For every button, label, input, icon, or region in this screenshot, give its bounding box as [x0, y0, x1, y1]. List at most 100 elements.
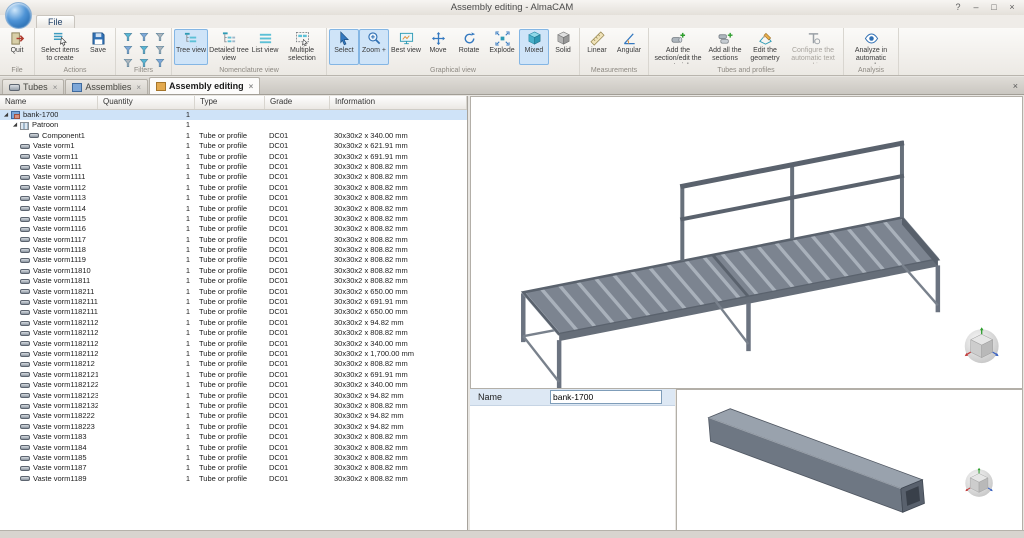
table-row[interactable]: Vaste vorm11821111Tube or profileDC0130x…	[0, 297, 467, 307]
filter-toggle[interactable]	[120, 44, 135, 56]
tab-strip-close-button[interactable]: ×	[1013, 81, 1018, 91]
expander-icon[interactable]: ◢	[11, 120, 19, 130]
table-row[interactable]: Component11Tube or profileDC0130x30x2 x …	[0, 131, 467, 141]
orientation-cube[interactable]	[965, 327, 999, 363]
edit-geometry-button[interactable]: Edit the geometry	[745, 29, 785, 65]
maximize-button[interactable]: □	[986, 1, 1002, 14]
rotate-button[interactable]: Rotate	[453, 29, 485, 65]
application-orb-button[interactable]	[5, 2, 32, 29]
table-row[interactable]: Vaste vorm118211111Tube or profileDC0130…	[0, 307, 467, 317]
table-row[interactable]: Vaste vorm11161Tube or profileDC0130x30x…	[0, 224, 467, 234]
row-type: Tube or profile	[195, 318, 265, 328]
table-row[interactable]: Vaste vorm118111Tube or profileDC0130x30…	[0, 276, 467, 286]
table-row[interactable]: Vaste vorm11821121Tube or profileDC0130x…	[0, 318, 467, 328]
table-row[interactable]: Vaste vorm11821321Tube or profileDC0130x…	[0, 401, 467, 411]
column-header[interactable]: Information	[330, 96, 467, 109]
filter-toggle[interactable]	[152, 44, 167, 56]
solid-button[interactable]: Solid	[549, 29, 577, 65]
table-row[interactable]: Vaste vorm1182221Tube or profileDC0130x3…	[0, 411, 467, 421]
select-items-to-create-button[interactable]: Select items to create	[37, 29, 83, 65]
table-row[interactable]: Vaste vorm11121Tube or profileDC0130x30x…	[0, 183, 467, 193]
quit-button[interactable]: Quit	[2, 29, 32, 65]
table-row[interactable]: Vaste vorm118211231Tube or profileDC0130…	[0, 339, 467, 349]
table-row[interactable]: Vaste vorm11131Tube or profileDC0130x30x…	[0, 193, 467, 203]
save-button[interactable]: Save	[83, 29, 113, 65]
table-row[interactable]: Vaste vorm11Tube or profileDC0130x30x2 x…	[0, 141, 467, 151]
orientation-cube[interactable]	[965, 468, 992, 497]
mixed-button[interactable]: Mixed	[519, 29, 549, 65]
linear-measure-button[interactable]: Linear	[582, 29, 612, 65]
row-grade: DC01	[265, 141, 330, 151]
filter-toggle[interactable]	[152, 31, 167, 43]
row-information: 30x30x2 x 94.82 mm	[330, 411, 467, 421]
angular-measure-button[interactable]: Angular	[612, 29, 646, 65]
best-view-button[interactable]: Best view	[389, 29, 423, 65]
table-row[interactable]: Vaste vorm11871Tube or profileDC0130x30x…	[0, 463, 467, 473]
table-row[interactable]: ◢Patroon1	[0, 120, 467, 130]
add-all-sections-button[interactable]: Add all the sections	[705, 29, 745, 65]
table-row[interactable]: Vaste vorm1182111Tube or profileDC0130x3…	[0, 287, 467, 297]
row-type: Tube or profile	[195, 152, 265, 162]
table-row[interactable]: Vaste vorm118211221Tube or profileDC0130…	[0, 328, 467, 338]
table-row[interactable]: Vaste vorm1111Tube or profileDC0130x30x2…	[0, 162, 467, 172]
name-input[interactable]	[550, 390, 662, 404]
move-button[interactable]: Move	[423, 29, 453, 65]
multiple-selection-button[interactable]: Multiple selection	[280, 29, 324, 65]
table-row[interactable]: Vaste vorm1182231Tube or profileDC0130x3…	[0, 422, 467, 432]
table-row[interactable]: Vaste vorm11851Tube or profileDC0130x30x…	[0, 453, 467, 463]
table-row[interactable]: Vaste vorm11181Tube or profileDC0130x30x…	[0, 245, 467, 255]
table-row[interactable]: Vaste vorm11141Tube or profileDC0130x30x…	[0, 204, 467, 214]
table-row[interactable]: Vaste vorm11151Tube or profileDC0130x30x…	[0, 214, 467, 224]
table-row[interactable]: Vaste vorm11191Tube or profileDC0130x30x…	[0, 255, 467, 265]
tube-preview-viewport[interactable]	[676, 389, 1023, 531]
table-row[interactable]: Vaste vorm111Tube or profileDC0130x30x2 …	[0, 152, 467, 162]
zoom-plus-button[interactable]: Zoom +	[359, 29, 389, 65]
tab-close-icon[interactable]: ×	[136, 83, 141, 92]
table-row[interactable]: Vaste vorm11821211Tube or profileDC0130x…	[0, 370, 467, 380]
list-view-button[interactable]: List view	[250, 29, 280, 65]
select-button[interactable]: Select	[329, 29, 359, 65]
table-row[interactable]: Vaste vorm11831Tube or profileDC0130x30x…	[0, 432, 467, 442]
file-ribbon-tab[interactable]: File	[36, 15, 75, 28]
tree-view-button[interactable]: Tree view	[174, 29, 208, 65]
detailed-tree-view-button[interactable]: Detailed tree view	[208, 29, 250, 65]
column-header[interactable]: Quantity	[98, 96, 195, 109]
column-header[interactable]: Name	[0, 96, 98, 109]
filter-toggle[interactable]	[120, 31, 135, 43]
assembly-3d-viewport[interactable]	[470, 96, 1023, 389]
filter-toggle[interactable]	[136, 31, 151, 43]
window-title: Assembly editing - AlmaCAM	[0, 0, 1024, 15]
row-quantity: 1	[98, 172, 195, 182]
table-row[interactable]: Vaste vorm11111Tube or profileDC0130x30x…	[0, 172, 467, 182]
table-row[interactable]: Vaste vorm118101Tube or profileDC0130x30…	[0, 266, 467, 276]
expander-icon[interactable]: ◢	[2, 110, 10, 120]
angle-icon	[622, 31, 637, 46]
table-row[interactable]: Vaste vorm11841Tube or profileDC0130x30x…	[0, 443, 467, 453]
row-information: 30x30x2 x 808.82 mm	[330, 162, 467, 172]
table-row[interactable]: Vaste vorm11821221Tube or profileDC0130x…	[0, 380, 467, 390]
configure-text-marking-button[interactable]: Configure the automatic text marking	[785, 29, 841, 65]
column-header[interactable]: Type	[195, 96, 265, 109]
tab-close-icon[interactable]: ×	[53, 83, 58, 92]
table-row[interactable]: Vaste vorm11821231Tube or profileDC0130x…	[0, 391, 467, 401]
row-grade: DC01	[265, 432, 330, 442]
filter-toggle[interactable]	[136, 44, 151, 56]
row-type: Tube or profile	[195, 172, 265, 182]
minimize-button[interactable]: –	[968, 1, 984, 14]
tab-assembly-editing[interactable]: Assembly editing ×	[149, 77, 260, 94]
table-row[interactable]: Vaste vorm11891Tube or profileDC0130x30x…	[0, 474, 467, 484]
close-button[interactable]: ×	[1004, 1, 1020, 14]
table-row[interactable]: Vaste vorm118211241Tube or profileDC0130…	[0, 349, 467, 359]
tab-tubes[interactable]: Tubes ×	[2, 79, 64, 94]
table-row[interactable]: Vaste vorm11171Tube or profileDC0130x30x…	[0, 235, 467, 245]
row-type: Tube or profile	[195, 453, 265, 463]
analyze-auto-button[interactable]: Analyze in automatic mode	[846, 29, 896, 65]
table-row[interactable]: ◢bank-17001	[0, 110, 467, 120]
tab-close-icon[interactable]: ×	[249, 82, 254, 91]
explode-button[interactable]: Explode	[485, 29, 519, 65]
table-row[interactable]: Vaste vorm1182121Tube or profileDC0130x3…	[0, 359, 467, 369]
column-header[interactable]: Grade	[265, 96, 330, 109]
help-button[interactable]: ?	[950, 1, 966, 14]
tab-assemblies[interactable]: Assemblies ×	[65, 79, 148, 94]
add-section-button[interactable]: Add the section/edit the materials	[651, 29, 705, 65]
